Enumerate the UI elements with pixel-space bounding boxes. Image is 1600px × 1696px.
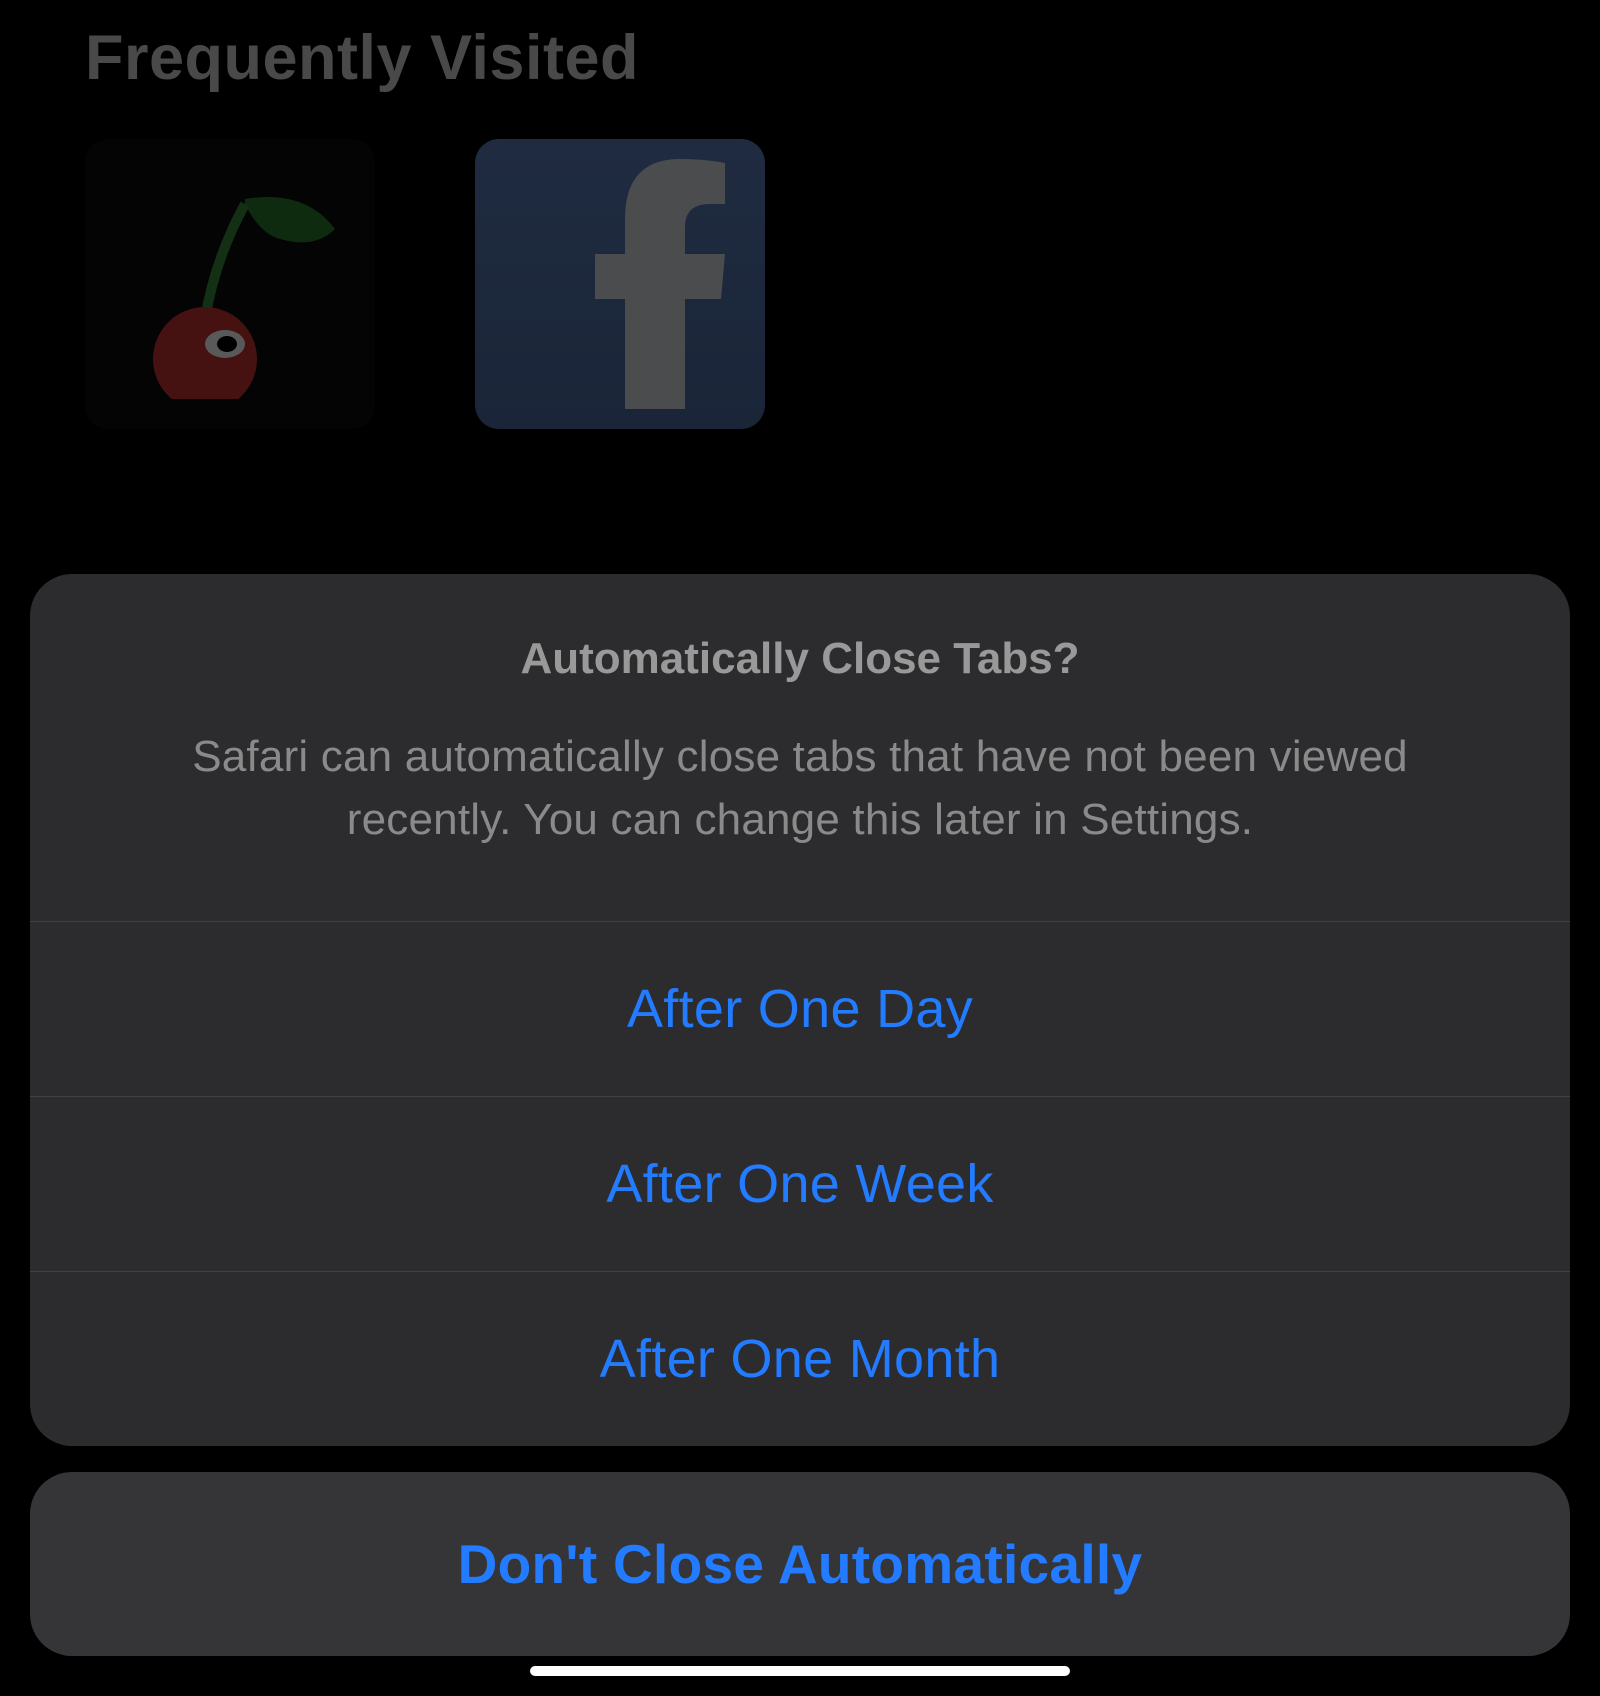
option-after-one-day[interactable]: After One Day	[30, 921, 1570, 1096]
action-sheet-header: Automatically Close Tabs? Safari can aut…	[30, 574, 1570, 921]
frequently-visited-row	[85, 139, 1515, 429]
option-after-one-week[interactable]: After One Week	[30, 1096, 1570, 1271]
dont-close-automatically-button[interactable]: Don't Close Automatically	[30, 1472, 1570, 1656]
action-sheet-cancel-group: Don't Close Automatically	[30, 1472, 1570, 1656]
action-sheet: Automatically Close Tabs? Safari can aut…	[30, 574, 1570, 1656]
frequently-visited-heading: Frequently Visited	[85, 22, 1515, 94]
action-sheet-main-group: Automatically Close Tabs? Safari can aut…	[30, 574, 1570, 1446]
cherry-icon	[105, 159, 345, 399]
option-after-one-month[interactable]: After One Month	[30, 1271, 1570, 1446]
home-indicator[interactable]	[530, 1666, 1070, 1676]
action-sheet-title: Automatically Close Tabs?	[110, 634, 1490, 684]
site-tile-cherry[interactable]	[85, 139, 375, 429]
action-sheet-message: Safari can automatically close tabs that…	[110, 726, 1490, 851]
site-tile-facebook[interactable]	[475, 139, 765, 429]
facebook-icon	[595, 159, 725, 409]
